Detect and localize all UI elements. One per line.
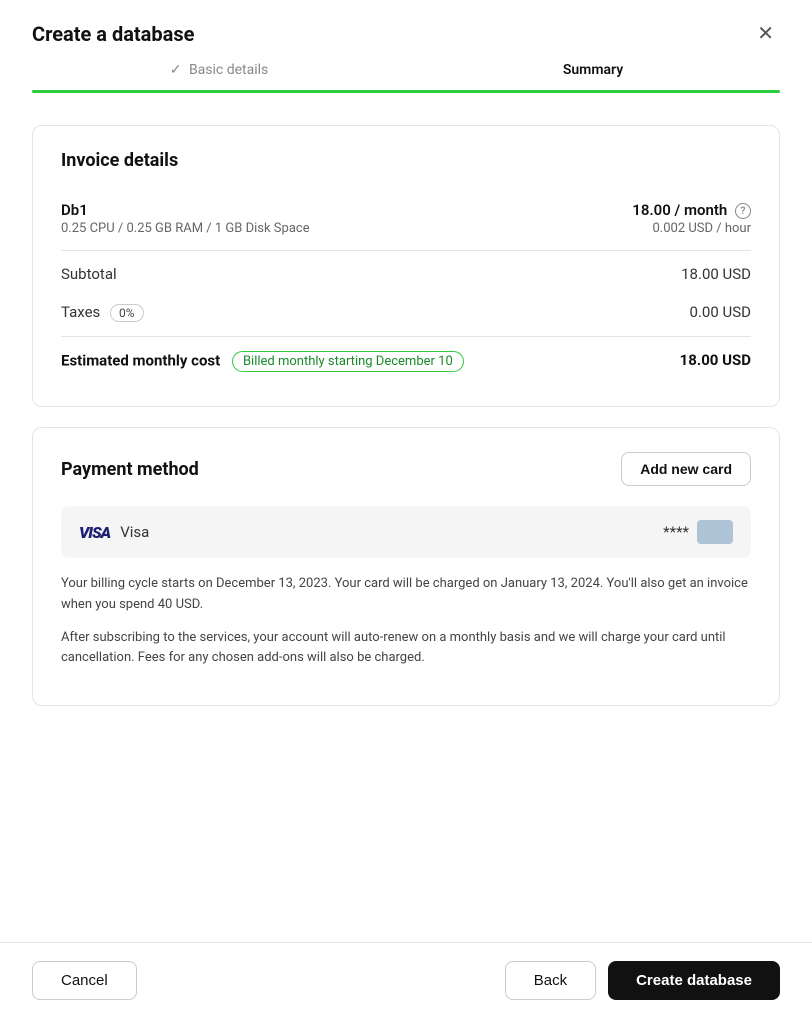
close-button[interactable]: ✕ bbox=[751, 22, 780, 46]
step1-label: Basic details bbox=[189, 62, 268, 78]
taxes-left: Taxes 0% bbox=[61, 303, 144, 322]
step2-label: Summary bbox=[563, 62, 623, 78]
modal-footer: Cancel Back Create database bbox=[0, 942, 812, 1024]
card-chip bbox=[697, 520, 733, 544]
subtotal-label: Subtotal bbox=[61, 265, 117, 283]
modal-header: Create a database ✕ bbox=[0, 0, 812, 62]
db-price: 18.00 / month ? 0.002 USD / hour bbox=[632, 201, 751, 236]
subtotal-row: Subtotal 18.00 USD bbox=[61, 255, 751, 293]
check-icon: ✓ bbox=[170, 62, 182, 78]
db-name: Db1 bbox=[61, 201, 310, 219]
billed-badge: Billed monthly starting December 10 bbox=[232, 351, 464, 372]
taxes-label: Taxes bbox=[61, 303, 100, 321]
progress-bar-fill bbox=[32, 90, 780, 93]
taxes-value: 0.00 USD bbox=[690, 303, 751, 321]
progress-bar bbox=[32, 90, 780, 93]
visa-left: VISA Visa bbox=[79, 523, 149, 542]
card-last4: **** bbox=[663, 520, 733, 544]
payment-header: Payment method Add new card bbox=[61, 452, 751, 486]
divider1 bbox=[61, 250, 751, 251]
step-basic-details: ✓ Basic details bbox=[32, 62, 406, 90]
step-summary: Summary bbox=[406, 62, 780, 90]
footer-right: Back Create database bbox=[505, 961, 780, 1000]
cancel-button[interactable]: Cancel bbox=[32, 961, 137, 1000]
db-row: Db1 0.25 CPU / 0.25 GB RAM / 1 GB Disk S… bbox=[61, 191, 751, 246]
invoice-card: Invoice details Db1 0.25 CPU / 0.25 GB R… bbox=[32, 125, 780, 407]
db-info: Db1 0.25 CPU / 0.25 GB RAM / 1 GB Disk S… bbox=[61, 201, 310, 236]
footer-left: Cancel bbox=[32, 961, 137, 1000]
estimated-label: Estimated monthly cost bbox=[61, 352, 220, 370]
modal-title: Create a database bbox=[32, 22, 194, 46]
visa-row: VISA Visa **** bbox=[61, 506, 751, 558]
taxes-badge: 0% bbox=[110, 304, 144, 322]
steps-container: ✓ Basic details Summary bbox=[0, 62, 812, 117]
estimated-row: Estimated monthly cost Billed monthly st… bbox=[61, 341, 751, 382]
back-button[interactable]: Back bbox=[505, 961, 596, 1000]
create-database-modal: Create a database ✕ ✓ Basic details Summ… bbox=[0, 0, 812, 1024]
divider2 bbox=[61, 336, 751, 337]
steps: ✓ Basic details Summary bbox=[32, 62, 780, 90]
estimated-left: Estimated monthly cost Billed monthly st… bbox=[61, 351, 464, 372]
add-new-card-button[interactable]: Add new card bbox=[621, 452, 751, 486]
card-dots: **** bbox=[663, 523, 689, 541]
price-per-month: 18.00 / month ? bbox=[632, 201, 751, 219]
create-database-button[interactable]: Create database bbox=[608, 961, 780, 1000]
payment-card: Payment method Add new card VISA Visa **… bbox=[32, 427, 780, 706]
visa-logo: VISA bbox=[79, 523, 110, 542]
subtotal-value: 18.00 USD bbox=[681, 265, 751, 283]
db-specs: 0.25 CPU / 0.25 GB RAM / 1 GB Disk Space bbox=[61, 221, 310, 236]
payment-title: Payment method bbox=[61, 459, 199, 480]
billing-note-2: After subscribing to the services, your … bbox=[61, 628, 751, 670]
modal-body: Invoice details Db1 0.25 CPU / 0.25 GB R… bbox=[0, 125, 812, 934]
help-icon[interactable]: ? bbox=[735, 203, 751, 219]
billing-note-1: Your billing cycle starts on December 13… bbox=[61, 574, 751, 616]
taxes-row: Taxes 0% 0.00 USD bbox=[61, 293, 751, 332]
estimated-value: 18.00 USD bbox=[680, 351, 751, 369]
invoice-title: Invoice details bbox=[61, 150, 751, 171]
price-per-hour: 0.002 USD / hour bbox=[632, 221, 751, 236]
visa-label: Visa bbox=[120, 523, 149, 541]
